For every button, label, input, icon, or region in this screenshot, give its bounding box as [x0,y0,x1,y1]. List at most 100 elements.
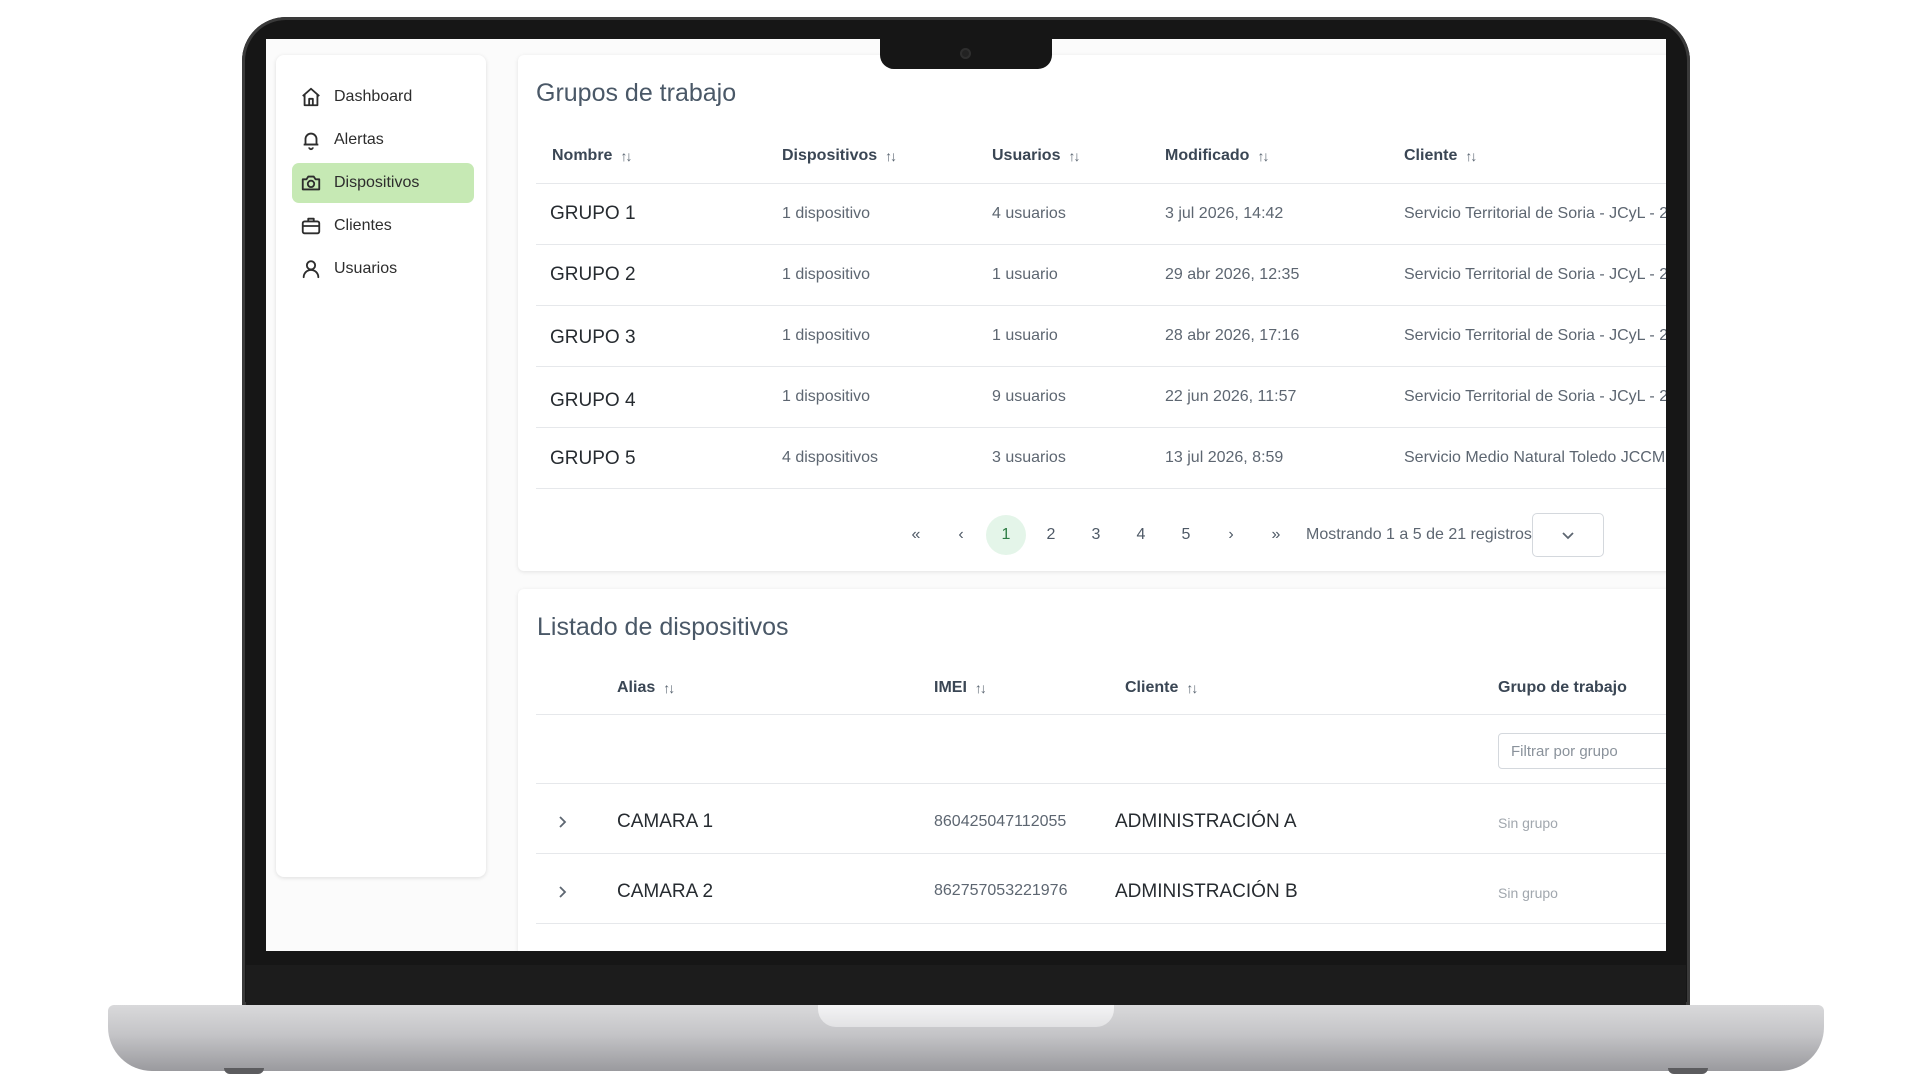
sidebar-item-dispositivos[interactable]: Dispositivos [292,163,474,203]
expand-row-button[interactable] [550,810,574,834]
chevron-down-icon [1562,532,1574,540]
sidebar-item-label: Dispositivos [334,174,420,191]
column-header-dispositivos[interactable]: Dispositivos ↑↓ [782,147,897,165]
group-users: 1 usuario [992,266,1058,283]
row-divider [536,366,1666,367]
device-client: ADMINISTRACIÓN B [1115,881,1298,902]
pagination-next-button[interactable]: › [1211,515,1251,555]
page-size-select[interactable] [1532,513,1604,557]
laptop-screen: Dashboard Alertas Dispositivos Clientes … [266,39,1666,951]
work-groups-card: Grupos de trabajo Nombre ↑↓ Dispositivos ↑… [518,55,1666,571]
sidebar-item-dashboard[interactable]: Dashboard [292,77,474,117]
sort-icon: ↑↓ [620,148,632,164]
group-name: GRUPO 3 [550,327,636,348]
sort-icon: ↑↓ [1465,148,1477,164]
device-imei: 862757053221976 [934,882,1068,899]
briefcase-icon [301,217,321,235]
row-divider [536,853,1666,854]
group-name: GRUPO 4 [550,390,636,411]
group-name: GRUPO 1 [550,203,636,224]
sidebar-item-usuarios[interactable]: Usuarios [292,249,474,289]
bell-icon [303,132,319,151]
device-group: Sin grupo [1498,885,1558,901]
device-group: Sin grupo [1498,815,1558,831]
sort-icon: ↑↓ [1257,148,1269,164]
sidebar-item-label: Alertas [334,131,384,148]
group-client: Servicio Territorial de Soria - JCyL - 2 [1404,327,1666,344]
user-icon [302,260,320,279]
group-modified: 22 jun 2026, 11:57 [1165,388,1297,405]
laptop-base-notch [818,1005,1114,1027]
group-client: Servicio Medio Natural Toledo JCCM [1404,449,1666,466]
sidebar-item-label: Clientes [334,217,392,234]
group-name: GRUPO 2 [550,264,636,285]
group-users: 4 usuarios [992,205,1066,222]
column-header-imei[interactable]: IMEI ↑↓ [934,679,987,697]
laptop-foot-right [1668,1068,1708,1074]
column-header-cliente[interactable]: Cliente ↑↓ [1404,147,1477,165]
sidebar-item-label: Dashboard [334,88,413,105]
chevron-right-icon [559,886,567,898]
column-header-nombre[interactable]: Nombre ↑↓ [552,147,632,165]
group-client: Servicio Territorial de Soria - JCyL - 2 [1404,388,1666,405]
group-modified: 28 abr 2026, 17:16 [1165,327,1300,344]
group-filter-input[interactable] [1498,733,1666,769]
group-devices: 4 dispositivos [782,449,879,466]
group-devices: 1 dispositivo [782,388,871,405]
expand-row-button[interactable] [550,880,574,904]
work-groups-title: Grupos de trabajo [536,79,737,107]
pagination-prev-button[interactable]: ‹ [941,515,981,555]
row-divider [536,183,1666,184]
devices-list-card: Listado de dispositivos Alias ↑↓ IMEI ↑↓ C… [518,589,1666,951]
group-devices: 1 dispositivo [782,327,871,344]
sidebar-item-clientes[interactable]: Clientes [292,206,474,246]
group-users: 3 usuarios [992,449,1066,466]
group-users: 9 usuarios [992,388,1066,405]
laptop-chin [246,965,1686,1005]
row-divider [536,714,1666,715]
pagination-page-2[interactable]: 2 [1031,515,1071,555]
group-modified: 29 abr 2026, 12:35 [1165,266,1300,283]
column-header-cliente[interactable]: Cliente ↑↓ [1125,679,1198,697]
device-alias: CAMARA 1 [617,811,714,832]
group-modified: 13 jul 2026, 8:59 [1165,449,1284,466]
row-divider [536,488,1666,489]
row-divider [536,244,1666,245]
pagination-page-1[interactable]: 1 [986,515,1026,555]
pagination-page-3[interactable]: 3 [1076,515,1116,555]
row-divider [536,305,1666,306]
sidebar-item-alertas[interactable]: Alertas [292,120,474,160]
webcam-icon [960,48,971,59]
chevron-right-icon [559,816,567,828]
device-imei: 860425047112055 [934,813,1067,830]
sidebar: Dashboard Alertas Dispositivos Clientes … [276,55,486,877]
sidebar-item-label: Usuarios [334,260,398,277]
column-header-modificado[interactable]: Modificado ↑↓ [1165,147,1269,165]
column-header-grupo-de-trabajo: Grupo de trabajo [1498,679,1627,696]
group-devices: 1 dispositivo [782,205,871,222]
row-divider [536,783,1666,784]
group-name: GRUPO 5 [550,448,636,469]
sort-icon: ↑↓ [885,148,897,164]
devices-list-title: Listado de dispositivos [537,613,789,641]
row-divider [536,923,1666,924]
column-header-alias[interactable]: Alias ↑↓ [617,679,675,697]
pagination-summary: Mostrando 1 a 5 de 21 registros [1306,526,1532,543]
pagination-page-5[interactable]: 5 [1166,515,1206,555]
pagination-page-4[interactable]: 4 [1121,515,1161,555]
group-devices: 1 dispositivo [782,266,871,283]
sort-icon: ↑↓ [974,680,987,696]
sort-icon: ↑↓ [1186,680,1198,696]
device-client: ADMINISTRACIÓN A [1115,811,1297,832]
group-modified: 3 jul 2026, 14:42 [1165,205,1284,222]
row-divider [536,427,1666,428]
pagination-last-button[interactable]: » [1256,515,1296,555]
device-alias: CAMARA 2 [617,881,714,902]
column-header-usuarios[interactable]: Usuarios ↑↓ [992,147,1080,165]
group-client: Servicio Territorial de Soria - JCyL - 2 [1404,266,1666,283]
group-users: 1 usuario [992,327,1058,344]
group-client: Servicio Territorial de Soria - JCyL - 2 [1404,205,1666,222]
pagination-first-button[interactable]: « [896,515,936,555]
home-icon [302,87,320,107]
laptop-foot-left [224,1068,264,1074]
